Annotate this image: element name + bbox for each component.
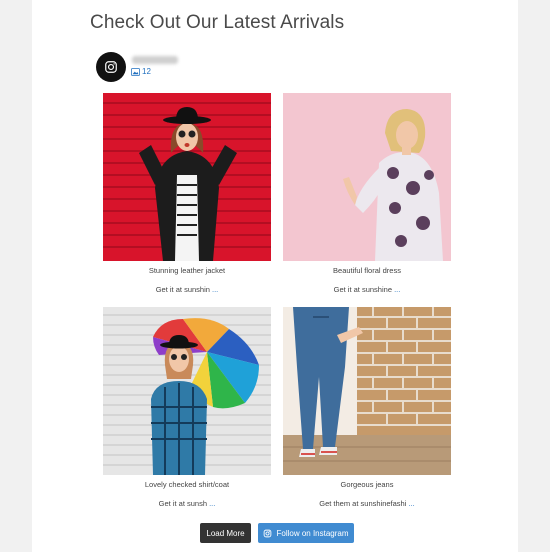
- post-card[interactable]: Beautiful floral dress Get it at sunshin…: [283, 93, 451, 295]
- read-more-link[interactable]: ...: [408, 499, 414, 508]
- post-caption: Lovely checked shirt/coat: [144, 480, 230, 489]
- follow-label: Follow on Instagram: [276, 528, 349, 538]
- post-photo[interactable]: [103, 93, 271, 261]
- read-more-link[interactable]: ...: [394, 285, 400, 294]
- instagram-icon: [264, 529, 272, 537]
- post-caption: Gorgeous jeans: [340, 480, 394, 489]
- load-more-button[interactable]: Load More: [200, 523, 251, 543]
- post-photo[interactable]: [283, 93, 451, 261]
- profile-username[interactable]: [132, 56, 178, 64]
- post-caption: Stunning leather jacket: [148, 266, 226, 275]
- post-photo[interactable]: [283, 307, 451, 475]
- post-link[interactable]: Get it at sunshine ...: [283, 285, 451, 295]
- media-count-value: 12: [142, 67, 151, 76]
- read-more-link[interactable]: ...: [209, 499, 215, 508]
- post-card[interactable]: Lovely checked shirt/coat Get it at suns…: [103, 307, 271, 509]
- read-more-link[interactable]: ...: [212, 285, 218, 294]
- post-caption: Beautiful floral dress: [333, 266, 401, 275]
- instagram-icon: [105, 61, 117, 73]
- image-icon: [131, 67, 140, 76]
- post-card[interactable]: Gorgeous jeans Get them at sunshinefashi…: [283, 307, 451, 509]
- page-title: Check Out Our Latest Arrivals: [90, 12, 345, 33]
- profile-avatar[interactable]: [96, 52, 126, 82]
- follow-instagram-button[interactable]: Follow on Instagram: [258, 523, 354, 543]
- media-count: 12: [131, 67, 151, 76]
- post-photo[interactable]: [103, 307, 271, 475]
- post-link[interactable]: Get it at sunsh ...: [103, 499, 271, 509]
- post-link[interactable]: Get them at sunshinefashi ...: [283, 499, 451, 509]
- post-card[interactable]: Stunning leather jacket Get it at sunshi…: [103, 93, 271, 295]
- feed-page: Check Out Our Latest Arrivals 12 Stunnin…: [32, 0, 518, 552]
- post-link[interactable]: Get it at sunshin ...: [103, 285, 271, 295]
